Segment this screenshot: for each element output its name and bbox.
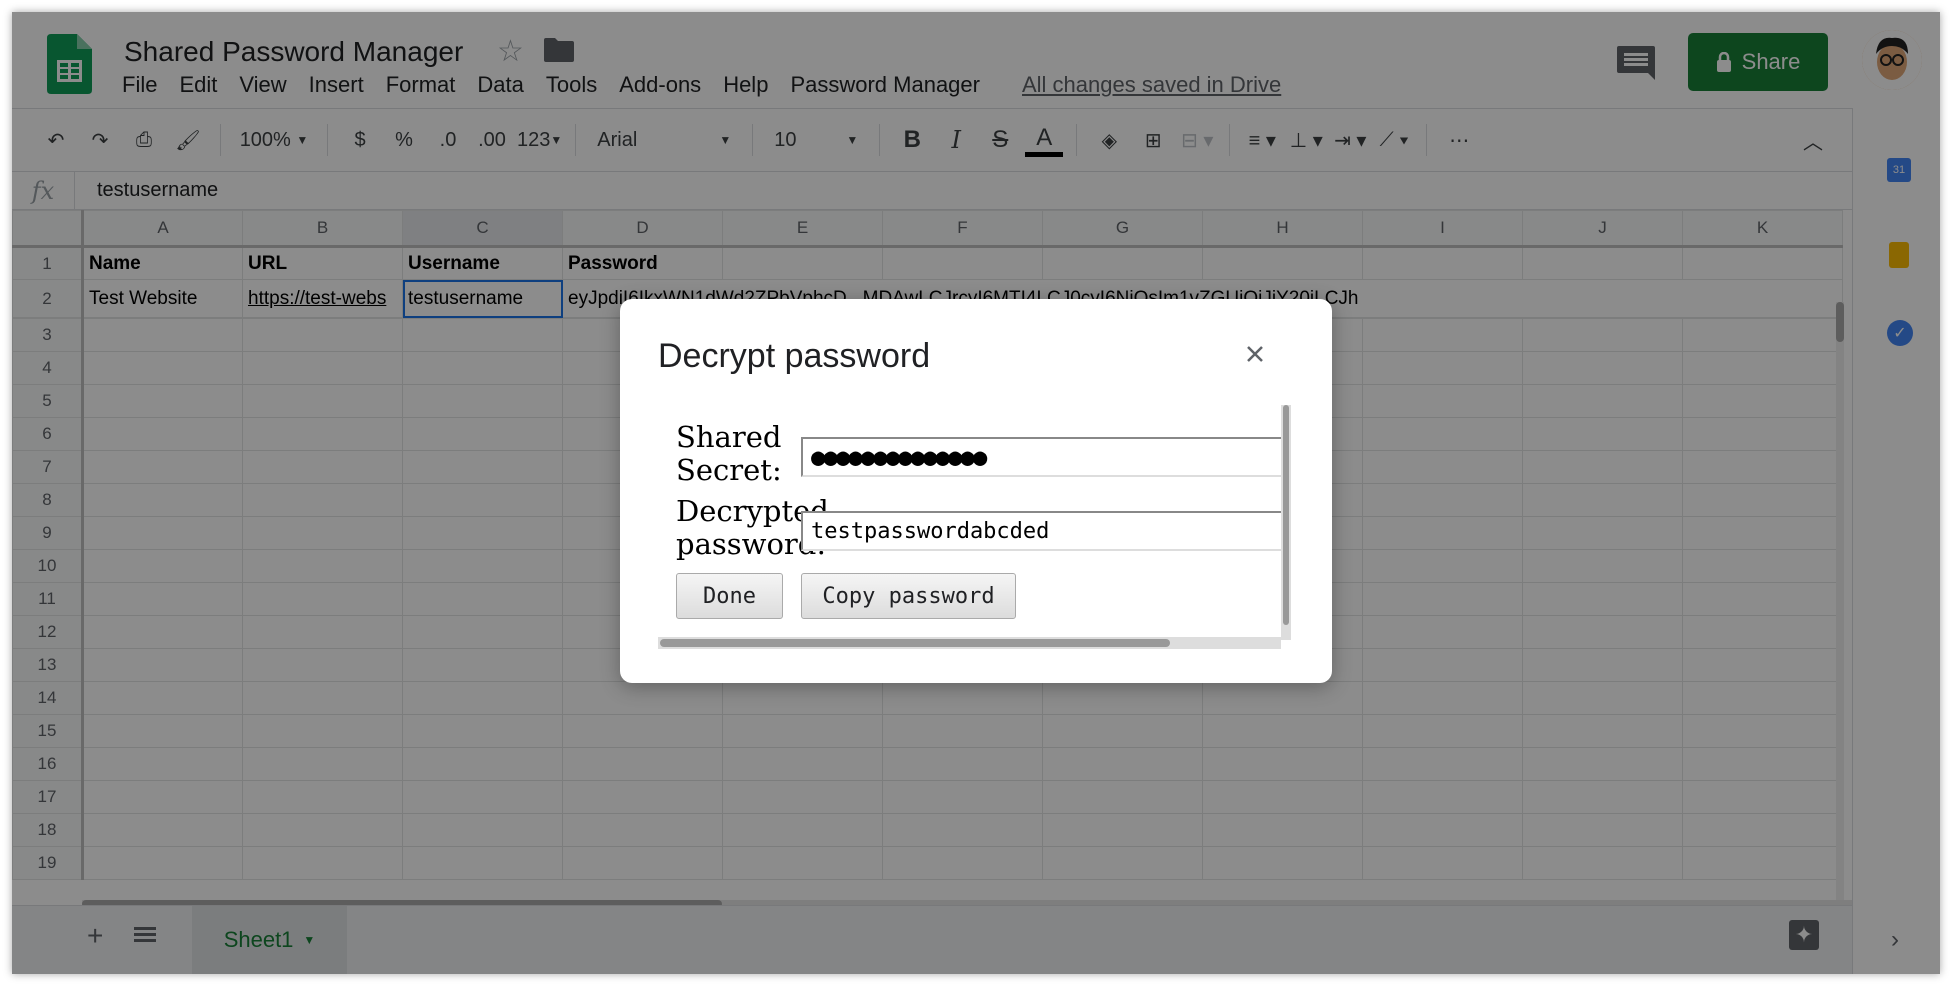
browser-window: Shared Password Manager ☆ File Edit View… bbox=[12, 12, 1940, 974]
copy-password-button[interactable]: Copy password bbox=[801, 573, 1016, 619]
shared-secret-label-line1: Shared bbox=[676, 420, 782, 454]
done-button[interactable]: Done bbox=[676, 573, 783, 619]
dialog-title: Decrypt password bbox=[658, 337, 931, 375]
shared-secret-input[interactable]: ●●●●●●●●●●●●●● bbox=[801, 437, 1291, 477]
shared-secret-label-line2: Secret: bbox=[676, 453, 782, 487]
shared-secret-label: Shared Secret: bbox=[676, 421, 782, 487]
dialog-content-frame: Shared Secret: ●●●●●●●●●●●●●● Decrypted … bbox=[658, 405, 1293, 651]
dialog-vertical-scrollbar[interactable] bbox=[1281, 405, 1291, 640]
decrypted-password-field[interactable]: testpasswordabcded bbox=[801, 511, 1291, 551]
dialog-horizontal-scrollbar[interactable] bbox=[658, 637, 1281, 649]
close-icon[interactable] bbox=[1240, 339, 1270, 369]
decrypt-password-dialog: Decrypt password Shared Secret: ●●●●●●●●… bbox=[620, 299, 1332, 683]
